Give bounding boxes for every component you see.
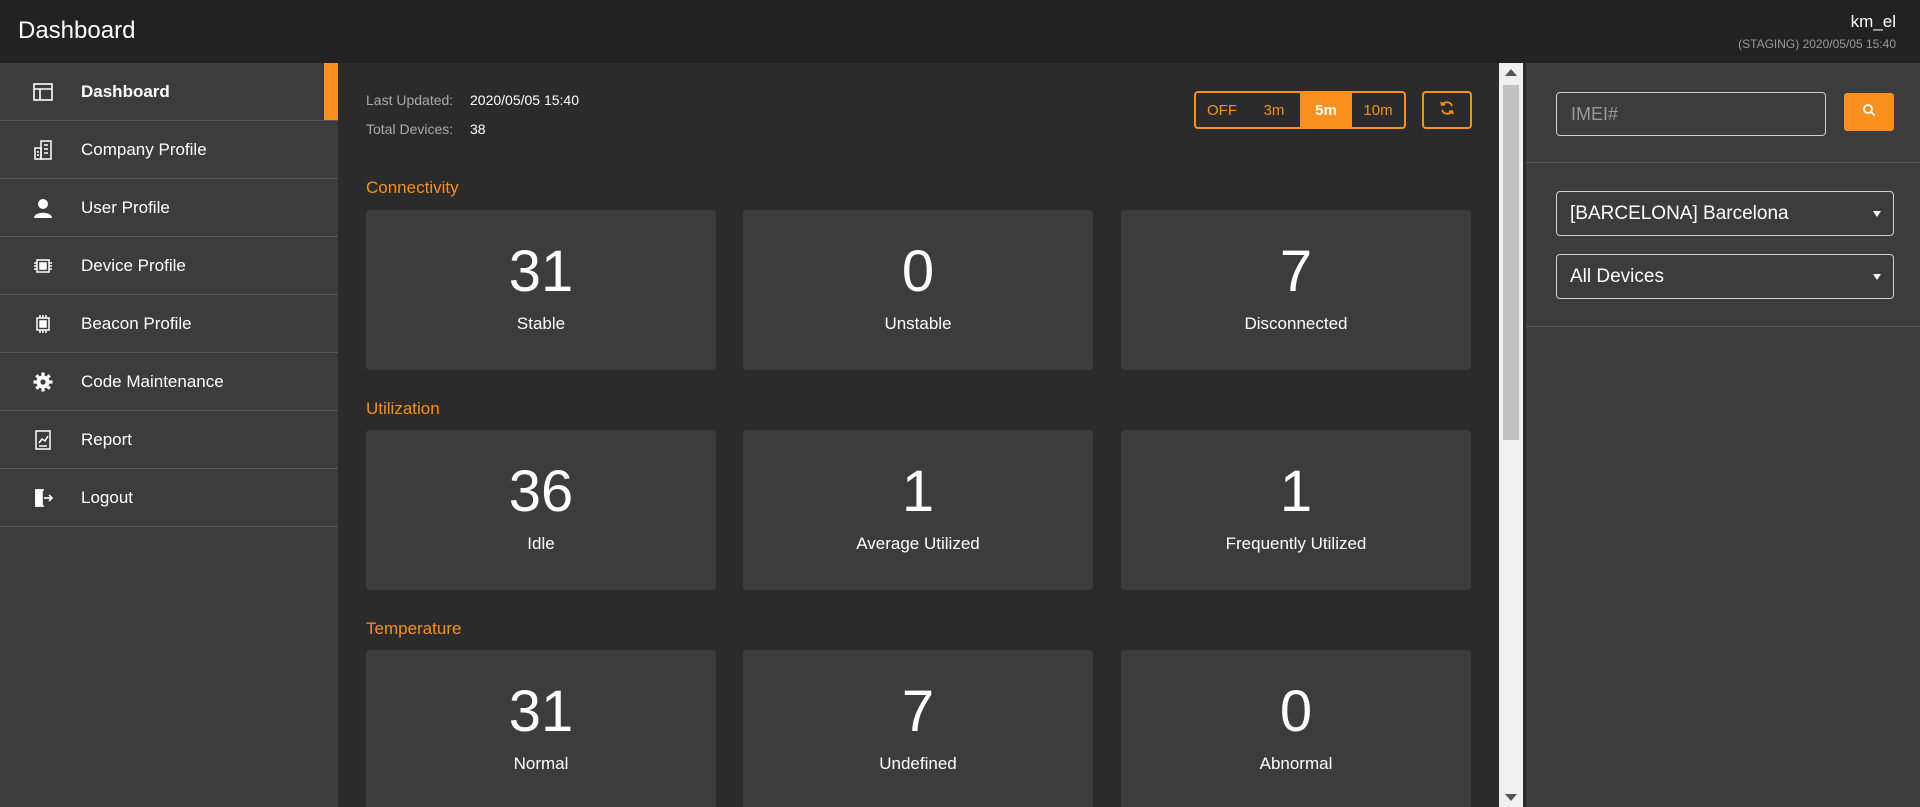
sidebar-item-label: Company Profile [81,139,207,159]
caret-down-icon [1873,274,1881,280]
main-content: Last Updated: 2020/05/05 15:40 Total Dev… [338,63,1499,807]
stat-card-idle[interactable]: 36 Idle [366,430,716,590]
sidebar-item-label: Report [81,429,133,449]
refresh-icon [1439,100,1455,121]
location-select-value: [BARCELONA] Barcelona [1570,202,1789,224]
total-devices-value: 38 [470,121,486,137]
refresh-option-off[interactable]: OFF [1196,93,1248,127]
logout-icon [30,485,56,511]
card-label: Unstable [884,314,952,333]
total-devices-label: Total Devices: [366,121,454,137]
scroll-thumb[interactable] [1503,85,1519,440]
stat-card-abnormal[interactable]: 0 Abnormal [1121,650,1471,807]
auto-refresh-selector: OFF 3m 5m 10m [1194,91,1406,129]
card-value: 36 [508,459,574,524]
sidebar-item-company-profile[interactable]: Company Profile [0,121,338,179]
report-icon [30,427,56,453]
divider [1526,326,1920,327]
layout-icon [30,79,56,105]
search-button[interactable] [1844,93,1894,131]
user-icon [30,195,56,221]
last-updated-label: Last Updated: [366,92,454,108]
sidebar-item-label: Dashboard [81,81,170,101]
section-title-temperature: Temperature [366,619,462,638]
card-label: Idle [527,534,555,553]
building-icon [30,137,56,163]
stat-card-unstable[interactable]: 0 Unstable [743,210,1093,370]
card-label: Abnormal [1259,754,1333,773]
sidebar-item-report[interactable]: Report [0,411,338,469]
card-value: 1 [1279,459,1313,524]
page-title: Dashboard [18,17,136,44]
gear-icon [30,369,56,395]
stat-card-frequently-utilized[interactable]: 1 Frequently Utilized [1121,430,1471,590]
chip-icon [30,311,56,337]
sidebar-item-dashboard[interactable]: Dashboard [0,63,338,121]
sidebar-item-label: Device Profile [81,255,186,275]
caret-down-icon [1873,211,1881,217]
stat-card-stable[interactable]: 31 Stable [366,210,716,370]
chip-icon [30,253,56,279]
stat-card-undefined[interactable]: 7 Undefined [743,650,1093,807]
card-label: Stable [516,314,566,333]
card-label: Undefined [879,754,957,773]
card-value: 7 [1279,239,1313,304]
card-value: 1 [901,459,935,524]
right-panel: [BARCELONA] Barcelona All Devices [1523,63,1920,807]
main-scrollbar[interactable] [1499,63,1523,807]
stat-card-average-utilized[interactable]: 1 Average Utilized [743,430,1093,590]
card-label: Disconnected [1244,314,1348,333]
scroll-down-arrow-icon[interactable] [1505,794,1517,801]
card-label: Average Utilized [856,534,980,553]
device-filter-select-value: All Devices [1570,265,1664,287]
refresh-option-3m[interactable]: 3m [1248,93,1300,127]
reload-button[interactable] [1422,91,1472,129]
stat-card-normal[interactable]: 31 Normal [366,650,716,807]
refresh-option-5m[interactable]: 5m [1300,93,1352,127]
card-value: 0 [1279,679,1313,744]
imei-search-input[interactable] [1556,92,1826,136]
card-value: 31 [508,679,574,744]
last-updated-value: 2020/05/05 15:40 [470,92,579,108]
user-name[interactable]: km_el [1851,12,1896,32]
location-select[interactable]: [BARCELONA] Barcelona [1556,191,1894,236]
sidebar-item-beacon-profile[interactable]: Beacon Profile [0,295,338,353]
refresh-option-10m[interactable]: 10m [1352,93,1404,127]
search-icon [1862,103,1876,122]
section-title-connectivity: Connectivity [366,178,459,197]
section-title-utilization: Utilization [366,399,440,418]
stat-card-disconnected[interactable]: 7 Disconnected [1121,210,1471,370]
card-label: Normal [513,754,569,773]
card-value: 31 [508,239,574,304]
sidebar-item-label: Beacon Profile [81,313,192,333]
sidebar-item-label: User Profile [81,197,170,217]
sidebar-item-user-profile[interactable]: User Profile [0,179,338,237]
top-bar: Dashboard km_el (STAGING) 2020/05/05 15:… [0,0,1920,63]
device-filter-select[interactable]: All Devices [1556,254,1894,299]
sidebar-item-label: Logout [81,487,133,507]
sidebar-item-label: Code Maintenance [81,371,224,391]
sidebar-item-logout[interactable]: Logout [0,469,338,527]
scroll-up-arrow-icon[interactable] [1505,69,1517,76]
card-value: 0 [901,239,935,304]
sidebar-item-device-profile[interactable]: Device Profile [0,237,338,295]
card-label: Frequently Utilized [1225,534,1367,553]
divider [1526,162,1920,163]
sidebar: Dashboard Company Profile User Profile D… [0,63,338,807]
card-value: 7 [901,679,935,744]
sidebar-item-code-maintenance[interactable]: Code Maintenance [0,353,338,411]
environment-label: (STAGING) 2020/05/05 15:40 [1738,37,1896,51]
